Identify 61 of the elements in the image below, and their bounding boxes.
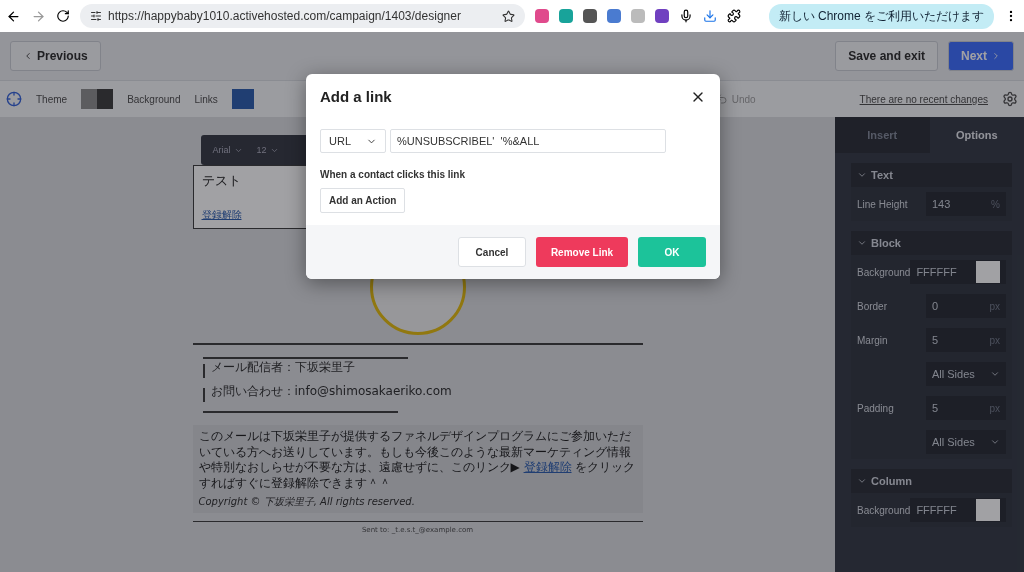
update-button[interactable]: 新しい Chrome をご利用いただけます <box>768 3 994 29</box>
caret-icon <box>990 437 1000 447</box>
field-label: Line Height <box>857 198 908 210</box>
extension-icon[interactable] <box>535 9 549 23</box>
settings-icon[interactable] <box>1002 91 1018 107</box>
extension-icon[interactable] <box>583 9 597 23</box>
star-icon[interactable] <box>502 9 515 23</box>
links-swatch[interactable] <box>231 89 254 109</box>
select-field[interactable]: All Sides <box>926 362 1006 386</box>
theme-swatch[interactable] <box>81 89 114 109</box>
extension-icon[interactable] <box>655 9 669 23</box>
number-field[interactable]: 143 % <box>926 192 1006 216</box>
caret-icon <box>857 476 867 486</box>
action-hint-text: When a contact clicks this link <box>320 169 467 180</box>
field-label: Border <box>857 300 887 312</box>
caret-icon <box>857 238 867 248</box>
sender-text: メール配信者：下坂栄里子 <box>210 359 355 376</box>
chevron-left-icon <box>23 51 33 61</box>
heading-text: テスト <box>201 172 241 190</box>
caret-icon <box>857 170 867 180</box>
field-label: Padding <box>857 402 894 414</box>
field-label: Background <box>857 504 911 516</box>
dialog-title: Add a link <box>320 88 392 105</box>
section-header[interactable]: Column <box>851 469 1012 493</box>
add-action-button[interactable]: Add an Action <box>320 188 406 213</box>
contact-text: お問い合わせ：info@shimosakaeriko.com <box>210 383 452 400</box>
copyright-text: Copyright © 下坂栄里子, All rights reserved. <box>198 495 415 510</box>
address-bar[interactable]: https://happybaby1010.activehosted.com/campaign/1403/designer <box>80 4 525 28</box>
download-icon[interactable] <box>703 9 717 23</box>
footer-text: このメールは下坂栄里子が提供するファネルデザインプログラムにご参加いただいている方へお送りしています。もしも今後このような最新マーケティング情報や特別なおしらせが不要な方は、遠慮せずに、このリンク▶ 登録解除 をクリックすればすぐに登録解除できます＾＾ <box>198 429 637 492</box>
unsubscribe-link[interactable]: 登録解除 <box>523 460 572 475</box>
caret-icon <box>990 369 1000 379</box>
cancel-button[interactable]: Cancel <box>458 237 526 267</box>
remove-link-button[interactable]: Remove Link <box>536 237 628 267</box>
theme-label: Theme <box>36 93 68 105</box>
color-field[interactable]: FFFFFF <box>910 498 1006 522</box>
font-select[interactable]: Arial <box>212 145 243 155</box>
back-icon[interactable] <box>6 8 21 24</box>
puzzle-icon[interactable] <box>727 9 741 23</box>
next-button[interactable]: Next <box>948 41 1014 71</box>
previous-button[interactable]: Previous <box>10 41 101 71</box>
reload-icon[interactable] <box>56 9 70 23</box>
forward-icon[interactable] <box>31 8 46 24</box>
site-settings-icon[interactable] <box>90 10 102 22</box>
extension-icon[interactable] <box>607 9 621 23</box>
field-label: Background <box>857 266 911 278</box>
target-icon[interactable] <box>6 91 22 107</box>
save-exit-button[interactable]: Save and exit <box>835 41 938 71</box>
links-label: Links <box>194 93 218 105</box>
microphone-icon[interactable] <box>679 9 693 23</box>
link-type-select[interactable]: URL <box>320 129 386 153</box>
section-header[interactable]: Block <box>851 231 1012 255</box>
background-label: Background <box>127 93 181 105</box>
field-label: Margin <box>857 334 888 346</box>
url-input[interactable]: %UNSUBSCRIBEL' '%&ALL <box>390 129 666 153</box>
color-field[interactable]: FFFFFF <box>910 260 1006 284</box>
chevron-right-icon <box>991 51 1001 61</box>
select-field[interactable]: All Sides <box>926 430 1006 454</box>
status-link[interactable]: There are no recent changes <box>859 93 988 105</box>
section-header[interactable]: Text <box>851 163 1012 187</box>
size-select[interactable]: 12 <box>256 145 279 155</box>
